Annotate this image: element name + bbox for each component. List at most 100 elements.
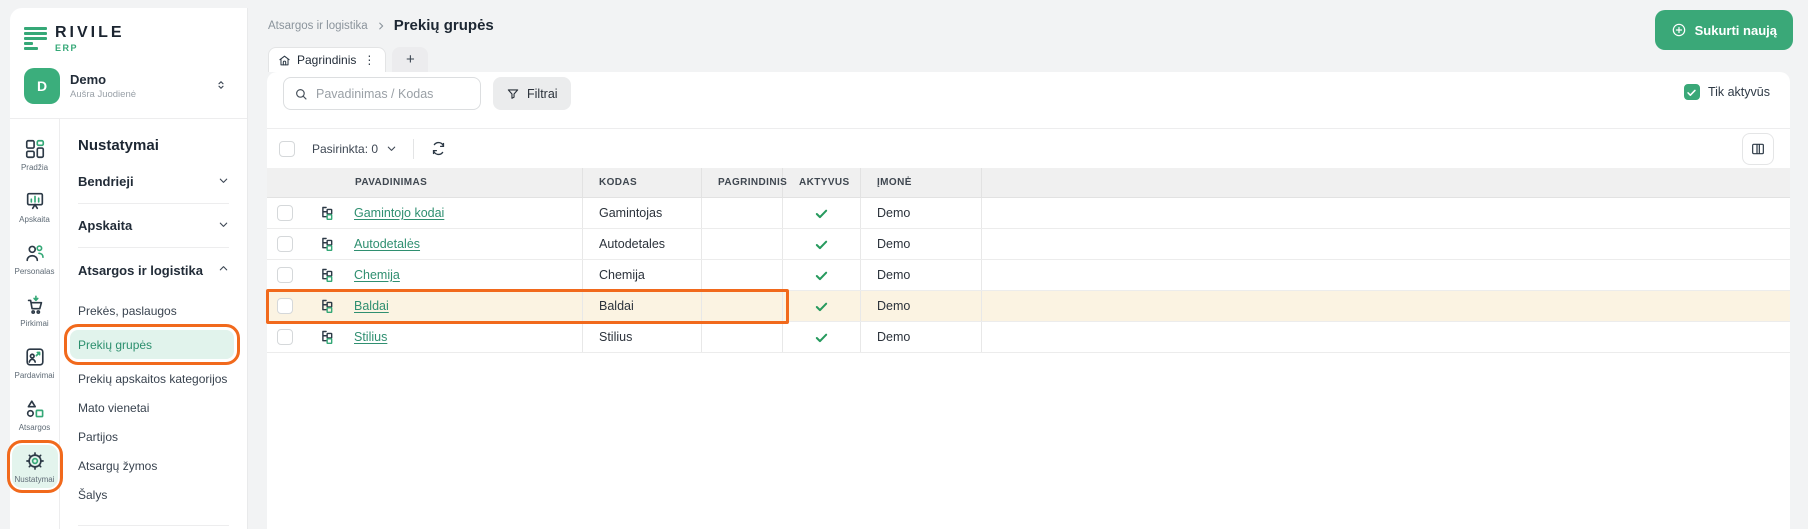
subnav-item-partijos[interactable]: Partijos [70, 422, 234, 451]
row-name-link[interactable]: Baldai [354, 299, 389, 313]
table-header: PAVADINIMAS KODAS PAGRINDINIS AKTYVUS ĮM… [267, 168, 1790, 198]
updown-chevron-icon[interactable] [215, 78, 227, 97]
subnav-item-mato-vienetai[interactable]: Mato vienetai [70, 393, 234, 422]
row-main [702, 229, 783, 259]
cart-icon [24, 294, 46, 316]
section-atsargos-ir-logistika[interactable]: Atsargos ir logistika [78, 248, 229, 292]
user-name: Aušra Juodienė [70, 89, 136, 100]
filter-row: Filtrai Tik aktyvūs [267, 72, 1790, 128]
settings-subnav: Nustatymai Bendrieji Apskaita Atsargos i… [60, 119, 247, 529]
selection-toolbar: Pasirinkta: 0 [267, 128, 1790, 168]
rail-item-apskaita[interactable]: Apskaita [12, 185, 58, 228]
table-row[interactable]: Baldai Baldai Demo [267, 291, 1790, 322]
chevron-down-icon [218, 173, 229, 191]
rail-item-pardavimai[interactable]: Pardavimai [12, 341, 58, 384]
subnav-item-salys[interactable]: Šalys [70, 480, 234, 509]
rail-item-pirkimai[interactable]: Pirkimai [12, 289, 58, 332]
filters-button[interactable]: Filtrai [493, 77, 571, 110]
search-input[interactable] [316, 87, 470, 101]
tab-menu-kebab-icon[interactable]: ⋮ [362, 53, 376, 67]
section-bendrieji[interactable]: Bendrieji [78, 160, 229, 204]
select-all-checkbox[interactable] [279, 141, 295, 157]
divider [78, 525, 229, 526]
only-active-toggle[interactable]: Tik aktyvūs [1684, 84, 1770, 100]
row-company: Demo [861, 260, 982, 290]
breadcrumb-parent[interactable]: Atsargos ir logistika [268, 20, 368, 32]
group-tree-icon [319, 205, 336, 222]
group-tree-icon [319, 298, 336, 315]
search-icon [294, 87, 308, 101]
refresh-icon [430, 140, 447, 157]
column-settings-button[interactable] [1742, 133, 1774, 165]
row-checkbox[interactable] [277, 298, 293, 314]
table-row[interactable]: Gamintojo kodai Gamintojas Demo [267, 198, 1790, 229]
col-header-pagrindinis[interactable]: PAGRINDINIS [702, 168, 783, 197]
create-new-button[interactable]: Sukurti naują [1655, 10, 1793, 50]
funnel-icon [506, 87, 520, 101]
submenu: Prekės, paslaugos Prekių grupės Prekių a… [70, 296, 234, 509]
selected-count-label: Pasirinkta: 0 [312, 142, 378, 156]
page-title: Prekių grupės [394, 17, 494, 34]
rail-item-personalas[interactable]: Personalas [12, 237, 58, 280]
columns-icon [1750, 141, 1766, 157]
subnav-item-atsargu-zymos[interactable]: Atsargų žymos [70, 451, 234, 480]
row-name-link[interactable]: Stilius [354, 330, 387, 344]
row-checkbox[interactable] [277, 267, 293, 283]
table-row[interactable]: Chemija Chemija Demo [267, 260, 1790, 291]
table-row[interactable]: Stilius Stilius Demo [267, 322, 1790, 353]
breadcrumb: Atsargos ir logistika Prekių grupės [268, 17, 494, 34]
row-checkbox[interactable] [277, 236, 293, 252]
table-row[interactable]: Autodetalės Autodetales Demo [267, 229, 1790, 260]
subnav-item-prekiu-grupes[interactable]: Prekių grupės [70, 330, 234, 359]
brand-logo[interactable]: RIVILE ERP [10, 8, 247, 53]
icon-rail: Pradžia Apskaita [10, 119, 60, 529]
row-name-link[interactable]: Chemija [354, 268, 400, 282]
section-apskaita[interactable]: Apskaita [78, 204, 229, 248]
only-active-label: Tik aktyvūs [1708, 85, 1770, 99]
subnav-item-prekes-paslaugos[interactable]: Prekės, paslaugos [70, 296, 234, 325]
table-body: Gamintojo kodai Gamintojas Demo Autodeta… [267, 198, 1790, 353]
row-company: Demo [861, 322, 982, 352]
col-header-pavadinimas[interactable]: PAVADINIMAS [267, 168, 583, 197]
col-header-aktyvus[interactable]: AKTYVUS [783, 168, 861, 197]
workspace-switcher[interactable]: D Demo Aušra Juodienė [24, 68, 233, 104]
subnav-item-prekiu-apskaitos-kategorijos[interactable]: Prekių apskaitos kategorijos [70, 364, 234, 393]
subnav-heading: Nustatymai [78, 137, 229, 154]
row-checkbox[interactable] [277, 329, 293, 345]
row-company: Demo [861, 291, 982, 321]
breadcrumb-chevron-icon [376, 21, 386, 31]
row-main [702, 198, 783, 228]
app-screen: RIVILE ERP D Demo Aušra Juodienė [0, 0, 1808, 529]
group-tree-icon [319, 236, 336, 253]
row-code: Chemija [583, 260, 702, 290]
left-panel: RIVILE ERP D Demo Aušra Juodienė [10, 8, 248, 529]
rail-item-pradzia[interactable]: Pradžia [12, 133, 58, 176]
row-checkbox[interactable] [277, 205, 293, 221]
rivile-logo-icon [24, 24, 47, 50]
col-header-imone[interactable]: ĮMONĖ [861, 168, 982, 197]
rail-item-nustatymai[interactable]: Nustatymai [12, 445, 58, 488]
only-active-checkbox[interactable] [1684, 84, 1700, 100]
col-header-kodas[interactable]: KODAS [583, 168, 702, 197]
tab-pagrindinis[interactable]: Pagrindinis ⋮ [268, 47, 386, 72]
chart-board-icon [24, 190, 46, 212]
active-check-icon [814, 206, 829, 221]
selection-menu-chevron-icon[interactable] [386, 143, 397, 154]
tab-bar: Pagrindinis ⋮ + [268, 47, 428, 72]
dashboard-icon [24, 138, 46, 160]
add-tab-button[interactable]: + [392, 47, 428, 72]
active-check-icon [814, 268, 829, 283]
content-card: Filtrai Tik aktyvūs Pasirinkta: 0 [267, 72, 1790, 529]
row-name-link[interactable]: Gamintojo kodai [354, 206, 444, 220]
active-check-icon [814, 237, 829, 252]
row-code: Autodetales [583, 229, 702, 259]
rail-item-atsargos[interactable]: Atsargos [12, 393, 58, 436]
brand-sub: ERP [55, 43, 125, 53]
search-box [283, 77, 481, 110]
row-name-link[interactable]: Autodetalės [354, 237, 420, 251]
col-header-filler [982, 168, 1790, 197]
row-company: Demo [861, 229, 982, 259]
divider [413, 139, 414, 159]
refresh-button[interactable] [430, 140, 447, 157]
active-check-icon [814, 299, 829, 314]
